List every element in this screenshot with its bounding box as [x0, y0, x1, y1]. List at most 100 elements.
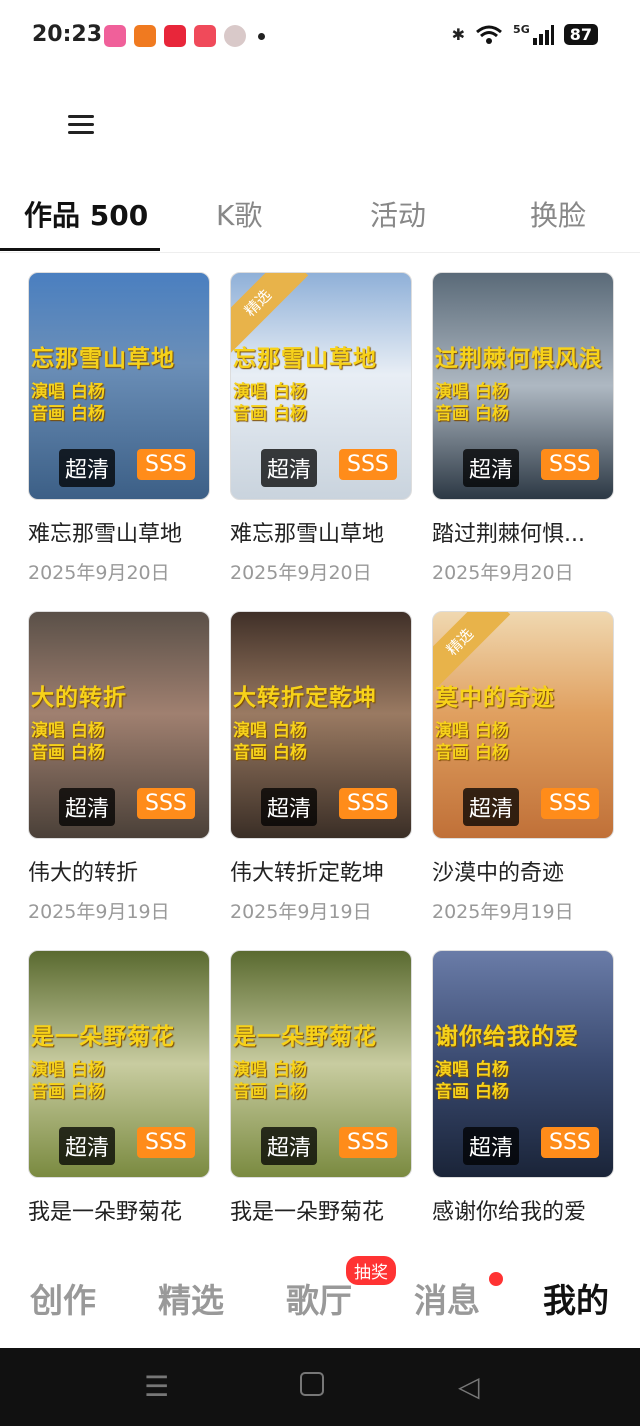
work-title[interactable]: 感谢你给我的爱: [432, 1194, 612, 1226]
tab-works[interactable]: 作品 500: [24, 194, 148, 234]
quality-badge: 超清: [463, 788, 520, 826]
work-date: 2025年9月19日: [28, 901, 170, 923]
quality-badge: 超清: [59, 449, 116, 487]
app-notification-icon: [134, 25, 156, 47]
grade-badge: SSS: [541, 449, 599, 480]
work-card[interactable]: 精选 莫中的奇迹 演唱 白杨 音画 白杨 超清 SSS 沙漠中的奇迹 2025年…: [432, 611, 614, 924]
thumbnail-picture: 音画 白杨: [435, 404, 509, 424]
work-title[interactable]: 伟大的转折: [28, 855, 208, 887]
quality-badge: 超清: [261, 788, 318, 826]
thumbnail-title: 大转折定乾坤: [233, 685, 377, 711]
grade-badge: SSS: [137, 449, 195, 480]
thumbnail-title: 过荆棘何惧风浪: [435, 346, 603, 372]
grade-badge: SSS: [541, 788, 599, 819]
menu-icon[interactable]: [68, 112, 94, 136]
work-date: 2025年9月20日: [432, 562, 574, 584]
quality-badge: 超清: [261, 1127, 318, 1165]
nav-featured[interactable]: 精选: [158, 1274, 224, 1322]
app-notification-icon: [164, 25, 186, 47]
work-date: 2025年9月19日: [230, 901, 372, 923]
thumbnail-picture: 音画 白杨: [31, 1082, 105, 1102]
work-card[interactable]: 是一朵野菊花 演唱 白杨 音画 白杨 超清 SSS 我是一朵野菊花 2025年9…: [230, 950, 412, 1263]
work-title[interactable]: 我是一朵野菊花: [28, 1194, 208, 1226]
grade-badge: SSS: [339, 788, 397, 819]
work-card[interactable]: 过荆棘何惧风浪 演唱 白杨 音画 白杨 超清 SSS 踏过荆棘何惧... 202…: [432, 272, 614, 585]
thumbnail-title: 莫中的奇迹: [435, 685, 555, 711]
more-notifications-dot: [258, 33, 265, 40]
status-time: 20:23: [32, 22, 103, 47]
work-date: 2025年9月20日: [230, 562, 372, 584]
work-thumbnail[interactable]: 过荆棘何惧风浪 演唱 白杨 音画 白杨 超清 SSS: [432, 272, 614, 500]
bottom-nav: 创作 精选 歌厅 抽奖 消息 我的: [0, 1240, 640, 1348]
work-thumbnail[interactable]: 谢你给我的爱 演唱 白杨 音画 白杨 超清 SSS: [432, 950, 614, 1178]
music-app-icon: [194, 25, 216, 47]
active-tab-indicator: [0, 248, 160, 251]
work-thumbnail[interactable]: 忘那雪山草地 演唱 白杨 音画 白杨 超清 SSS: [28, 272, 210, 500]
work-title[interactable]: 沙漠中的奇迹: [432, 855, 612, 887]
work-title[interactable]: 难忘那雪山草地: [230, 516, 410, 548]
work-card[interactable]: 大的转折 演唱 白杨 音画 白杨 超清 SSS 伟大的转折 2025年9月19日: [28, 611, 210, 924]
tab-karaoke[interactable]: K歌: [216, 194, 262, 234]
back-icon[interactable]: ◁: [458, 1370, 480, 1403]
recents-icon[interactable]: ☰: [144, 1370, 169, 1403]
grade-badge: SSS: [137, 788, 195, 819]
system-icons: ✱ 5G 87: [451, 23, 598, 45]
work-thumbnail[interactable]: 是一朵野菊花 演唱 白杨 音画 白杨 超清 SSS: [230, 950, 412, 1178]
thumbnail-title: 忘那雪山草地: [31, 346, 175, 372]
work-title[interactable]: 难忘那雪山草地: [28, 516, 208, 548]
work-date: 2025年9月19日: [432, 901, 574, 923]
work-date: 2025年9月20日: [28, 562, 170, 584]
nav-messages[interactable]: 消息: [414, 1274, 480, 1322]
quality-badge: 超清: [59, 788, 116, 826]
quality-badge: 超清: [261, 449, 318, 487]
quality-badge: 超清: [59, 1127, 116, 1165]
notification-icons: [104, 25, 265, 47]
thumbnail-picture: 音画 白杨: [233, 743, 307, 763]
work-thumbnail[interactable]: 大转折定乾坤 演唱 白杨 音画 白杨 超清 SSS: [230, 611, 412, 839]
thumbnail-picture: 音画 白杨: [435, 743, 509, 763]
grade-badge: SSS: [541, 1127, 599, 1158]
work-thumbnail[interactable]: 大的转折 演唱 白杨 音画 白杨 超清 SSS: [28, 611, 210, 839]
bluetooth-icon: ✱: [451, 25, 466, 44]
work-card[interactable]: 谢你给我的爱 演唱 白杨 音画 白杨 超清 SSS 感谢你给我的爱 2025年9…: [432, 950, 614, 1263]
battery-indicator: 87: [563, 24, 598, 45]
home-icon[interactable]: [300, 1372, 324, 1396]
work-card[interactable]: 是一朵野菊花 演唱 白杨 音画 白杨 超清 SSS 我是一朵野菊花 2025年9…: [28, 950, 210, 1263]
thumbnail-picture: 音画 白杨: [233, 1082, 307, 1102]
profile-tabs: 作品 500 K歌 活动 换脸: [0, 192, 640, 253]
tab-face-swap[interactable]: 换脸: [530, 194, 586, 234]
work-card[interactable]: 大转折定乾坤 演唱 白杨 音画 白杨 超清 SSS 伟大转折定乾坤 2025年9…: [230, 611, 412, 924]
work-thumbnail[interactable]: 是一朵野菊花 演唱 白杨 音画 白杨 超清 SSS: [28, 950, 210, 1178]
network-type: 5G: [513, 23, 530, 36]
thumbnail-picture: 音画 白杨: [233, 404, 307, 424]
thumbnail-title: 是一朵野菊花: [233, 1024, 377, 1050]
thumbnail-picture: 音画 白杨: [31, 743, 105, 763]
grade-badge: SSS: [137, 1127, 195, 1158]
app-notification-icon: [104, 25, 126, 47]
thumbnail-title: 大的转折: [31, 685, 127, 711]
work-title[interactable]: 我是一朵野菊花: [230, 1194, 410, 1226]
work-title[interactable]: 伟大转折定乾坤: [230, 855, 410, 887]
thumbnail-title: 是一朵野菊花: [31, 1024, 175, 1050]
work-card[interactable]: 精选 忘那雪山草地 演唱 白杨 音画 白杨 超清 SSS 难忘那雪山草地 202…: [230, 272, 412, 585]
work-thumbnail[interactable]: 精选 莫中的奇迹 演唱 白杨 音画 白杨 超清 SSS: [432, 611, 614, 839]
avatar-notification-icon: [224, 25, 246, 47]
thumbnail-picture: 音画 白杨: [435, 1082, 509, 1102]
quality-badge: 超清: [463, 449, 520, 487]
work-thumbnail[interactable]: 精选 忘那雪山草地 演唱 白杨 音画 白杨 超清 SSS: [230, 272, 412, 500]
system-navigation-bar: ☰ ◁: [0, 1348, 640, 1426]
status-bar: 20:23 ✱ 5G 87: [0, 0, 640, 72]
nav-me[interactable]: 我的: [543, 1274, 609, 1322]
work-title[interactable]: 踏过荆棘何惧...: [432, 516, 612, 548]
nav-create[interactable]: 创作: [30, 1274, 96, 1322]
thumbnail-picture: 音画 白杨: [31, 404, 105, 424]
thumbnail-title: 忘那雪山草地: [233, 346, 377, 372]
tab-activities[interactable]: 活动: [370, 194, 426, 234]
work-card[interactable]: 忘那雪山草地 演唱 白杨 音画 白杨 超清 SSS 难忘那雪山草地 2025年9…: [28, 272, 210, 585]
nav-ktv[interactable]: 歌厅: [286, 1274, 352, 1322]
quality-badge: 超清: [463, 1127, 520, 1165]
thumbnail-title: 谢你给我的爱: [435, 1024, 579, 1050]
grade-badge: SSS: [339, 449, 397, 480]
grade-badge: SSS: [339, 1127, 397, 1158]
unread-dot: [489, 1272, 503, 1286]
